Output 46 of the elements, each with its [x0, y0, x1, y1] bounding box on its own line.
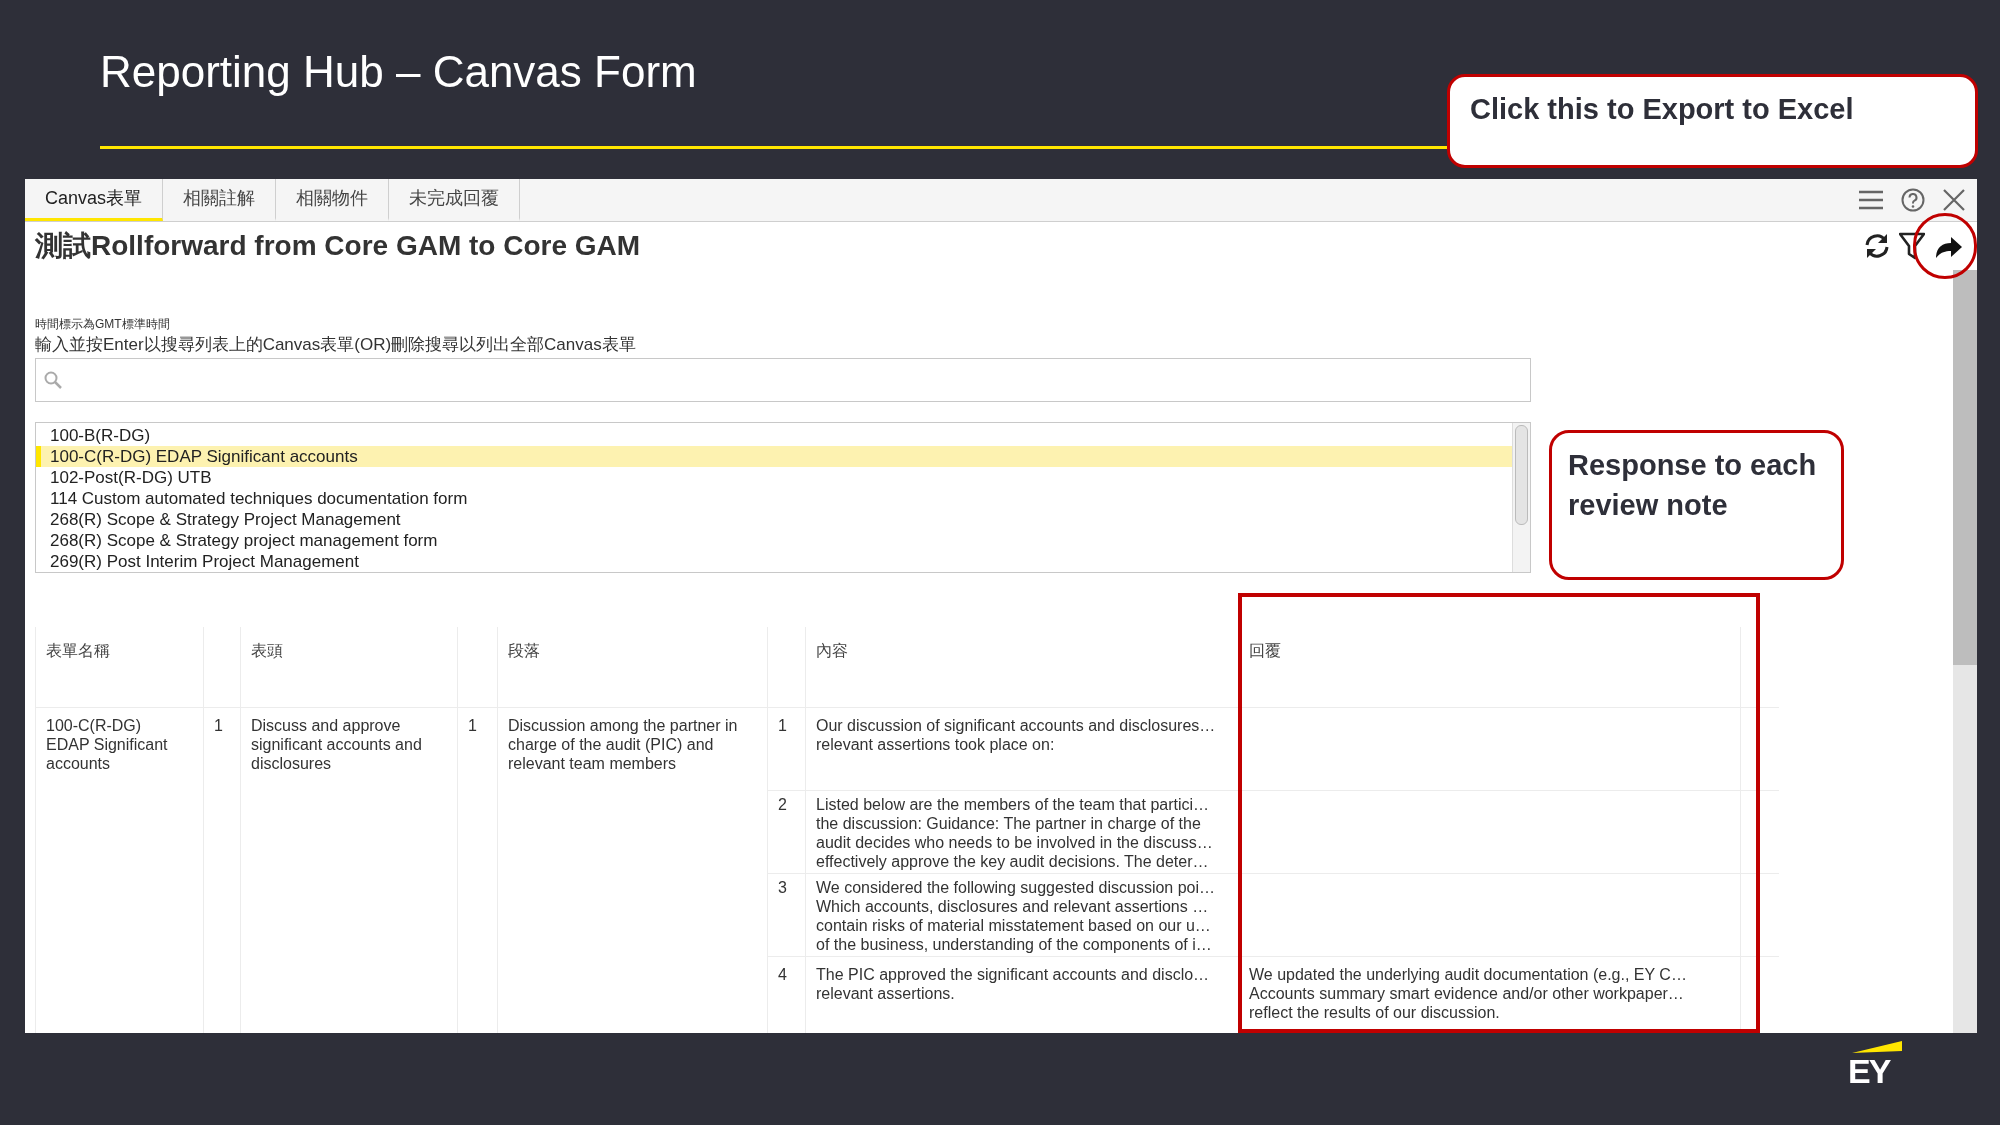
tab[interactable]: 相關註解	[163, 179, 277, 221]
column-header: 表頭	[251, 642, 283, 659]
callout: Click this to Export to Excel	[1447, 74, 1978, 168]
table-cell-text: 1	[778, 715, 788, 735]
table-cell-text: 1	[214, 715, 224, 735]
table-cell-text: 2	[778, 794, 788, 814]
close-icon[interactable]	[1943, 189, 1965, 211]
list-item[interactable]: 268(R) Scope & Strategy project management form	[36, 530, 1512, 551]
table-cell-text: 4	[778, 964, 788, 984]
tab[interactable]: 未完成回覆	[389, 179, 521, 221]
table-cell-text: The PIC approved the significant accounts and disclo… relevant assertions.	[816, 964, 1211, 1003]
table-cell-text: 3	[778, 877, 788, 897]
slide-title: Reporting Hub – Canvas Form	[100, 46, 697, 98]
tab[interactable]: 相關物件	[276, 179, 390, 221]
filter-icon[interactable]	[1899, 232, 1925, 260]
search-instruction: 輸入並按Enter以搜尋列表上的Canvas表單(OR)刪除搜尋以列出全部Canvas表單	[35, 334, 637, 356]
table-cell-text: Listed below are the members of the team that partici… the discussion: Guidance: The partner in charge of the audit decides who needs to be involved in the discuss… effectively approve the key audit decisions. The deter…	[816, 794, 1214, 871]
page-heading: 測試Rollforward from Core GAM to Core GAM	[35, 229, 641, 263]
column-header: 回覆	[1249, 642, 1281, 659]
list-item[interactable]: 114 Custom automated techniques documentation form	[36, 488, 1512, 509]
help-icon[interactable]	[1901, 188, 1925, 212]
table-cell-text: 100-C(R-DG) EDAP Significant accounts	[46, 715, 169, 773]
scrollbar[interactable]	[1953, 270, 1977, 1033]
refresh-icon[interactable]	[1863, 232, 1891, 260]
search-field[interactable]	[35, 358, 1531, 402]
column-header: 表單名稱	[46, 642, 110, 659]
callout: Response to each review note	[1549, 430, 1844, 580]
table-cell-text: We updated the underlying audit documentation (e.g., EY C… Accounts summary smart evidence and/or other workpaper… reflect the results of our discussion.	[1249, 964, 1688, 1022]
list-item[interactable]: 102-Post(R-DG) UTB	[36, 467, 1512, 488]
column-header: 內容	[816, 642, 848, 659]
list-item[interactable]: 269(R) Post Interim Project Management	[36, 551, 1512, 572]
table-cell-text: Discussion among the partner in charge of the audit (PIC) and relevant team members	[508, 715, 739, 773]
list-item[interactable]: 268(R) Scope & Strategy Project Management	[36, 509, 1512, 530]
table-cell-text: Our discussion of significant accounts and disclosures… relevant assertions took place on:	[816, 715, 1217, 754]
logo-text: EY	[1848, 1054, 1891, 1088]
list-item[interactable]: 100-C(R-DG) EDAP Significant accounts	[36, 446, 1512, 467]
list-item[interactable]: 100-B(R-DG)	[36, 425, 1512, 446]
table-cell-text: We considered the following suggested discussion poi… Which accounts, disclosures and relevant assertions … contain risks of material misstatement based on our u… of the business, understanding of the components of i…	[816, 877, 1217, 954]
column-header: 段落	[508, 642, 540, 659]
timezone-note: 時間標示為GMT標準時間	[35, 316, 171, 332]
menu-icon[interactable]	[1859, 190, 1883, 210]
table-cell-text: Discuss and approve significant accounts and disclosures	[251, 715, 423, 773]
tab[interactable]: Canvas表單	[25, 179, 164, 221]
list-scrollbar[interactable]	[1512, 423, 1530, 572]
search-icon	[44, 371, 62, 389]
table-cell-text: 1	[468, 715, 478, 735]
